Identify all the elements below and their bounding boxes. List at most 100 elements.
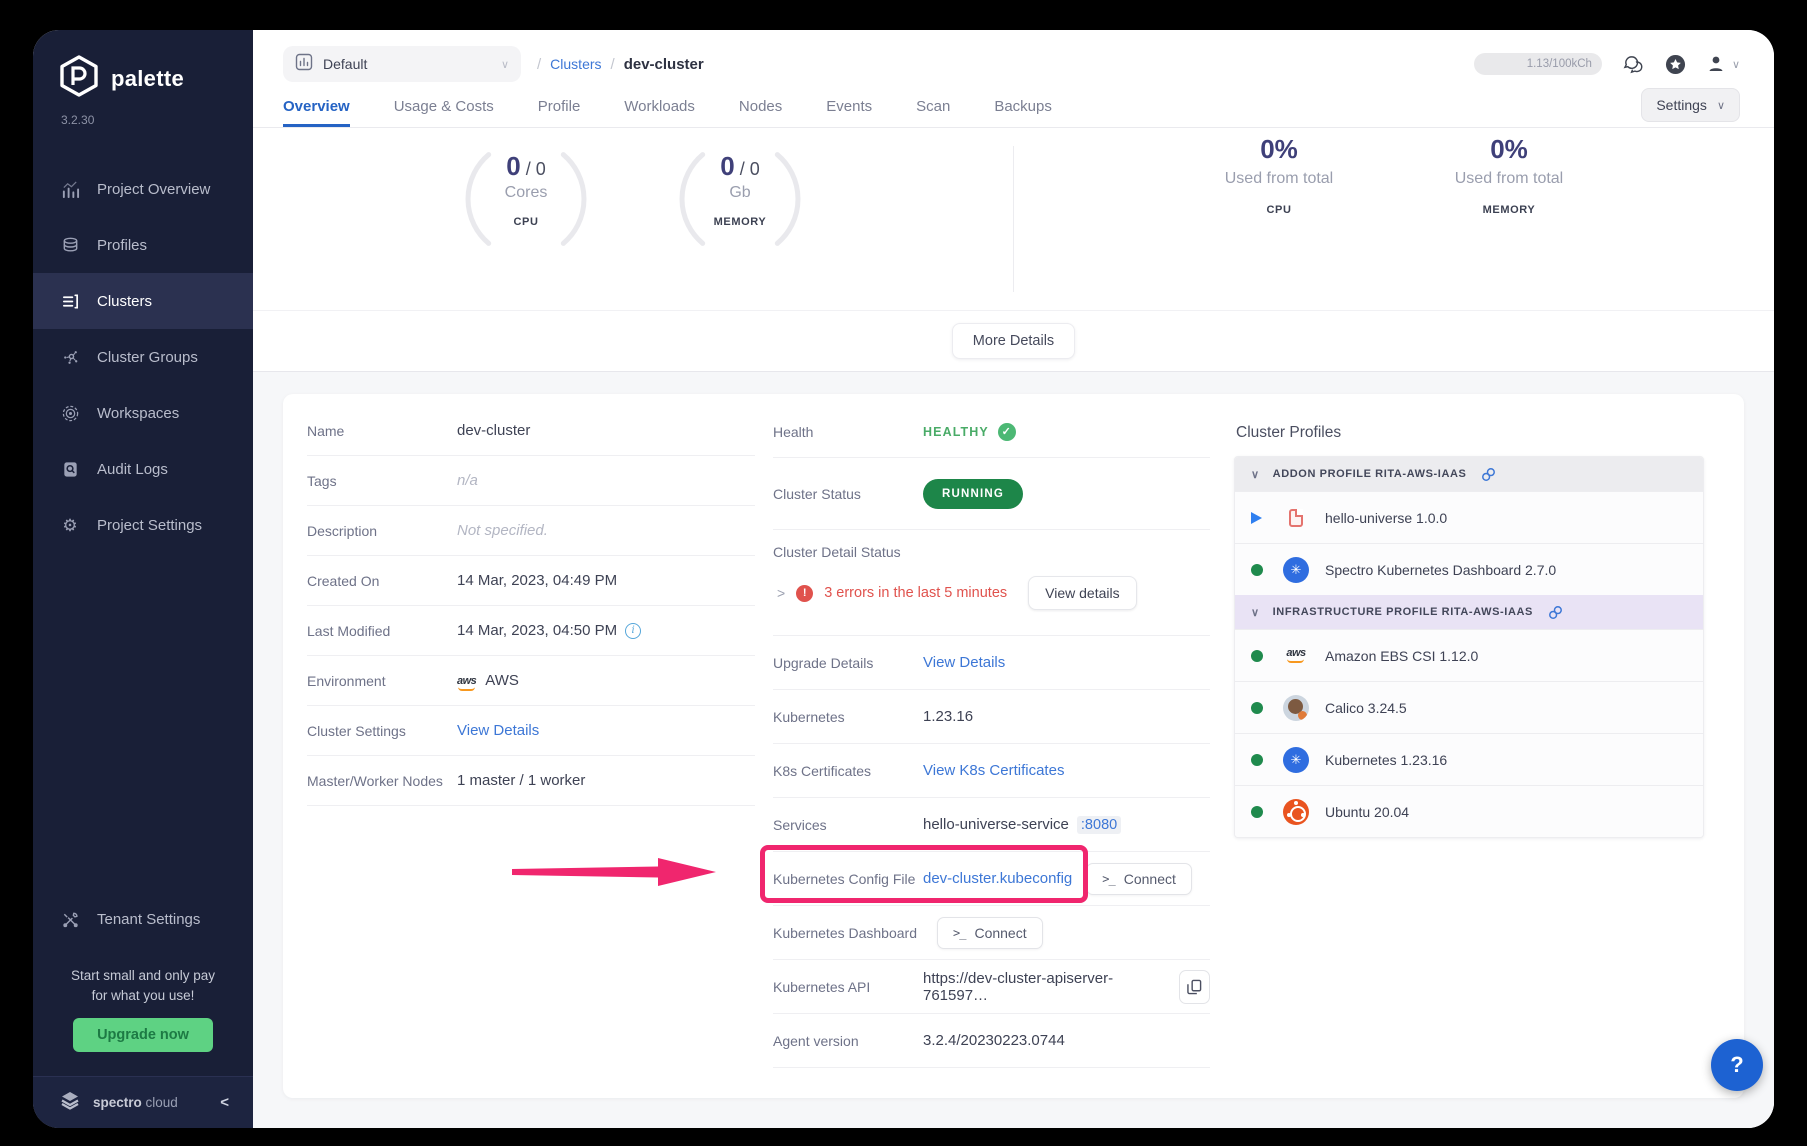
memory-gauge: 0 / 0 Gb MEMORY [674, 133, 806, 265]
sidebar-item-clusters[interactable]: Clusters [33, 273, 253, 329]
sidebar-item-workspaces[interactable]: Workspaces [33, 385, 253, 441]
capacity-gauges: 0 / 0 Cores CPU [253, 128, 1013, 310]
profile-item-kubernetes-1-23-16[interactable]: ✳ Kubernetes 1.23.16 [1235, 733, 1703, 785]
tab-overview[interactable]: Overview [283, 98, 350, 127]
tab-profile[interactable]: Profile [538, 98, 581, 127]
sidebar-item-label: Project Overview [97, 181, 210, 198]
status-ok-dot [1251, 650, 1263, 662]
kubeconfig-download-link[interactable]: dev-cluster.kubeconfig [923, 870, 1072, 887]
cluster-settings-link[interactable]: View Details [457, 722, 539, 739]
meta-label: Services [773, 817, 923, 833]
upsell-text-line1: Start small and only pay [47, 966, 239, 986]
cluster-tabs: Overview Usage & Costs Profile Workloads Nod… [253, 88, 1774, 128]
info-label: Environment [307, 673, 457, 689]
cpu-gauge: 0 / 0 Cores CPU [460, 133, 592, 265]
sidebar-item-profiles[interactable]: Profiles [33, 217, 253, 273]
tab-workloads[interactable]: Workloads [624, 98, 695, 127]
info-label: Name [307, 423, 457, 439]
info-row-cluster-settings: Cluster SettingsView Details [307, 706, 755, 756]
project-selector-value: Default [323, 56, 367, 72]
meta-row-kubernetes-config-file: Kubernetes Config Filedev-cluster.kubeco… [773, 852, 1210, 906]
sidebar-item-project-overview[interactable]: Project Overview [33, 161, 253, 217]
tab-nodes[interactable]: Nodes [739, 98, 782, 127]
chain-link-icon [1548, 605, 1563, 620]
profile-item-calico-3-24-5[interactable]: Calico 3.24.5 [1235, 681, 1703, 733]
status-ok-dot [1251, 702, 1263, 714]
star-badge-icon[interactable] [1665, 54, 1686, 75]
info-label: Last Modified [307, 623, 457, 639]
dashboard-connect-button[interactable]: >_Connect [937, 917, 1043, 949]
chat-icon[interactable] [1622, 54, 1645, 75]
info-label: Tags [307, 473, 457, 489]
kubeconfig-connect-button[interactable]: >_Connect [1086, 863, 1192, 895]
ubuntu-icon [1281, 799, 1311, 825]
profile-item-amazon-ebs-csi-1-12-0[interactable]: aws Amazon EBS CSI 1.12.0 [1235, 629, 1703, 681]
tab-backups[interactable]: Backups [994, 98, 1052, 127]
info-value: dev-cluster [457, 422, 530, 439]
manifest-icon [1281, 509, 1311, 527]
cluster-groups-icon [59, 348, 81, 367]
profile-item-ubuntu-20-04[interactable]: Ubuntu 20.04 [1235, 785, 1703, 837]
info-row-name: Namedev-cluster [307, 406, 755, 456]
meta-row-upgrade-details: Upgrade DetailsView Details [773, 636, 1210, 690]
topbar: Default ∨ / Clusters / dev-cluster 1.13/… [253, 30, 1774, 88]
aws-icon: aws [1281, 648, 1311, 663]
tab-events[interactable]: Events [826, 98, 872, 127]
copy-icon[interactable] [1179, 970, 1210, 1004]
profile-item-spectro-kubernetes-dashboard-2-7-0[interactable]: ✳ Spectro Kubernetes Dashboard 2.7.0 [1235, 543, 1703, 595]
info-icon[interactable]: i [625, 623, 641, 639]
overview-content: 0 / 0 Cores CPU [253, 128, 1774, 1128]
tab-scan[interactable]: Scan [916, 98, 950, 127]
terminal-icon: >_ [1102, 872, 1114, 886]
cluster-meta-rows: Upgrade DetailsView Details Kubernetes1.… [773, 636, 1210, 1068]
meta-row-kubernetes-dashboard: Kubernetes Dashboard>_Connect [773, 906, 1210, 960]
more-details-button[interactable]: More Details [952, 323, 1075, 359]
user-menu[interactable]: ∨ [1706, 54, 1740, 74]
sidebar-item-cluster-groups[interactable]: Cluster Groups [33, 329, 253, 385]
aws-icon: aws [457, 671, 485, 691]
sidebar-item-project-settings[interactable]: ⚙ Project Settings [33, 497, 253, 553]
collapse-sidebar-button[interactable]: < [220, 1094, 229, 1111]
meta-row-k8s-certificates: K8s CertificatesView K8s Certificates [773, 744, 1210, 798]
terminal-icon: >_ [953, 926, 965, 940]
settings-button[interactable]: Settings ∨ [1641, 88, 1740, 122]
info-value: 14 Mar, 2023, 04:49 PM [457, 572, 617, 589]
info-value: 1 master / 1 worker [457, 772, 585, 789]
breadcrumb-separator: / [537, 56, 541, 73]
profile-item-label: Calico 3.24.5 [1325, 700, 1407, 716]
chevron-down-icon: ∨ [1251, 606, 1260, 619]
sidebar-item-tenant-settings[interactable]: Tenant Settings [33, 892, 253, 948]
profile-section-addon-profile-rita-aws-iaas[interactable]: ∨ ADDON PROFILE RITA-AWS-IAAS [1235, 457, 1703, 491]
sidebar-item-audit-logs[interactable]: Audit Logs [33, 441, 253, 497]
tab-usage-costs[interactable]: Usage & Costs [394, 98, 494, 127]
sidebar: palette 3.2.30 Project Overview Profiles… [33, 30, 253, 1128]
meta-label: Kubernetes Config File [773, 871, 923, 887]
profile-section-infrastructure-profile-rita-aws-iaas[interactable]: ∨ INFRASTRUCTURE PROFILE RITA-AWS-IAAS [1235, 595, 1703, 629]
cluster-detail-status-block: Cluster Detail Status > ! 3 errors in th… [773, 530, 1210, 636]
breadcrumb-clusters-link[interactable]: Clusters [550, 56, 601, 72]
sidebar-item-label: Cluster Groups [97, 349, 198, 366]
k8s-certificates-link[interactable]: View K8s Certificates [923, 762, 1064, 779]
profile-item-label: Ubuntu 20.04 [1325, 804, 1409, 820]
meta-value: 3.2.4/20230223.0744 [923, 1032, 1065, 1049]
expand-chevron-icon[interactable]: > [777, 585, 785, 601]
memory-usage-percent: 0% Used from total MEMORY [1439, 134, 1579, 310]
tab-list: Overview Usage & Costs Profile Workloads Nod… [283, 98, 1052, 127]
cpu-usage-percent: 0% Used from total CPU [1209, 134, 1349, 310]
service-port-link[interactable]: :8080 [1077, 816, 1121, 834]
help-button[interactable]: ? [1711, 1039, 1763, 1091]
meta-value: 1.23.16 [923, 708, 973, 725]
profile-item-hello-universe-1-0-0[interactable]: hello-universe 1.0.0 [1235, 491, 1703, 543]
project-selector[interactable]: Default ∨ [283, 46, 521, 82]
check-icon: ✓ [998, 423, 1016, 441]
meta-label: Agent version [773, 1033, 923, 1049]
upgrade-details-link[interactable]: View Details [923, 654, 1005, 671]
info-value: awsAWS [457, 671, 519, 691]
meta-row-services: Serviceshello-universe-service:8080 [773, 798, 1210, 852]
upgrade-now-button[interactable]: Upgrade now [73, 1018, 213, 1052]
sidebar-spacer [33, 553, 253, 892]
calico-icon [1281, 695, 1311, 721]
profiles-icon [59, 236, 81, 255]
palette-logo-icon [57, 54, 101, 103]
view-error-details-button[interactable]: View details [1028, 576, 1136, 610]
